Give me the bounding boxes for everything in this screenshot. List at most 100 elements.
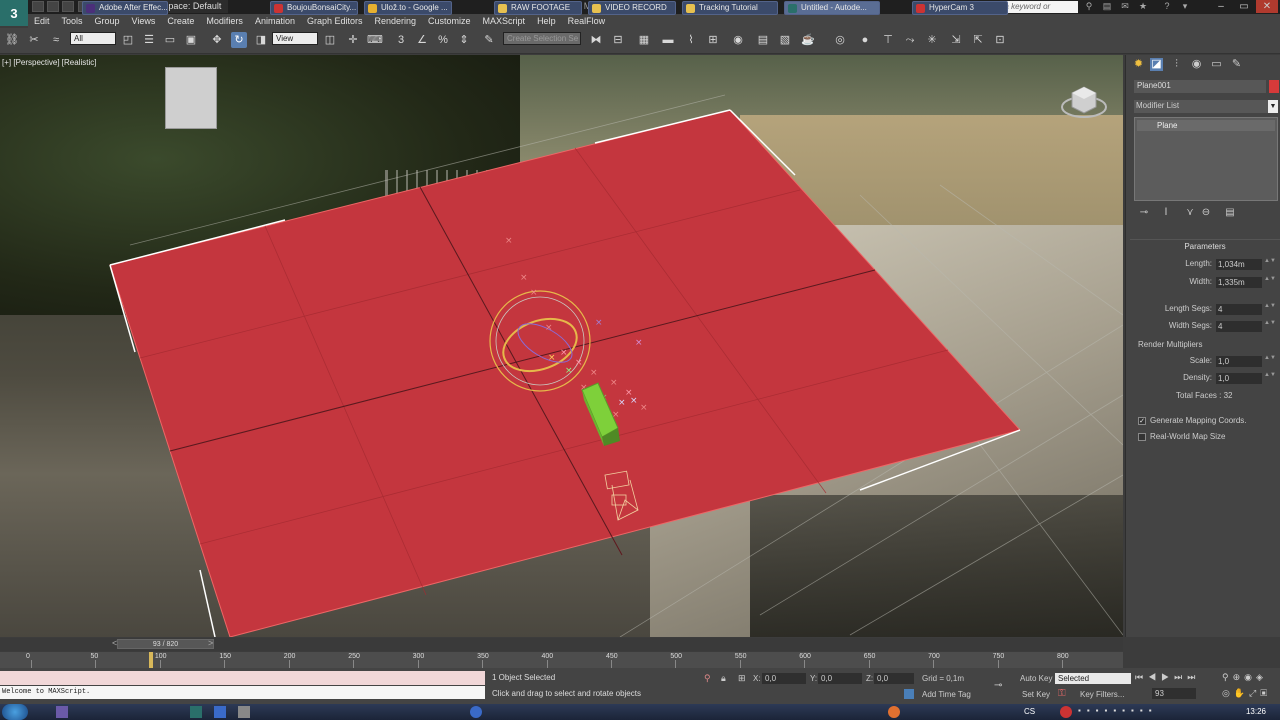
- menu-rendering[interactable]: Rendering: [369, 14, 423, 28]
- scale-icon[interactable]: ◨: [253, 32, 269, 48]
- language-indicator[interactable]: CS: [1024, 707, 1035, 716]
- menu-help[interactable]: Help: [531, 14, 562, 28]
- menu-animation[interactable]: Animation: [249, 14, 301, 28]
- perspective-viewport[interactable]: ×× ×× ×× ×× ×× ×× ×× ×× ×× × [+] [Perspe…: [0, 55, 1123, 637]
- menu-create[interactable]: Create: [161, 14, 200, 28]
- menu-customize[interactable]: Customize: [422, 14, 477, 28]
- maxscript-listener[interactable]: Welcome to MAXScript.: [0, 686, 485, 699]
- select-link-icon[interactable]: ⛓: [4, 32, 20, 48]
- menu-maxscript[interactable]: MAXScript: [477, 14, 532, 28]
- export-icon[interactable]: ⇱: [970, 32, 986, 48]
- object-color-swatch[interactable]: [1269, 80, 1279, 93]
- menu-views[interactable]: Views: [126, 14, 162, 28]
- render-production-icon[interactable]: ☕: [800, 32, 816, 48]
- curve-editor-icon[interactable]: ⌇: [683, 32, 699, 48]
- move-icon[interactable]: ✥: [209, 32, 225, 48]
- z-coord-field[interactable]: 0,0: [874, 673, 914, 684]
- align-icon[interactable]: ⊟: [610, 32, 626, 48]
- percent-snap-icon[interactable]: %: [435, 32, 451, 48]
- communication-icon[interactable]: ✉: [1118, 0, 1132, 12]
- viewport-label[interactable]: [+] [Perspective] [Realistic]: [2, 58, 96, 67]
- motion-tab-icon[interactable]: ◉: [1190, 58, 1203, 71]
- open-icon[interactable]: [47, 1, 59, 12]
- current-frame-field[interactable]: 93: [1152, 688, 1196, 699]
- viewport-nav-controls-2[interactable]: ◎✋⤢▣: [1222, 688, 1271, 699]
- menu-tools[interactable]: Tools: [56, 14, 89, 28]
- set-key-button[interactable]: Set Key: [1022, 690, 1050, 699]
- generate-mapping-checkbox[interactable]: ✓: [1138, 417, 1146, 425]
- scene-canvas[interactable]: ×× ×× ×× ×× ×× ×× ×× ×× ×× ×: [0, 55, 1123, 637]
- taskbar-item-tracking-tutorial[interactable]: Tracking Tutorial: [682, 1, 778, 15]
- hierarchy-tab-icon[interactable]: ⫶: [1170, 58, 1183, 71]
- system-tray-icons[interactable]: ▪▪▪▪▪▪▪▪▪: [1078, 706, 1158, 715]
- playback-controls[interactable]: ⏮◀▶⏭⏭: [1135, 672, 1200, 683]
- reference-coord-dropdown[interactable]: View: [272, 32, 318, 45]
- select-by-name-icon[interactable]: ☰: [141, 32, 157, 48]
- schematic-view-icon[interactable]: ⊞: [705, 32, 721, 48]
- length-segs-field[interactable]: 4: [1216, 304, 1262, 315]
- binoculars-icon[interactable]: ⚲: [1082, 0, 1096, 12]
- width-field[interactable]: 1,335m: [1216, 277, 1262, 288]
- length-segs-spinner[interactable]: ▲▼: [1264, 303, 1276, 315]
- density-field[interactable]: 1,0: [1216, 373, 1262, 384]
- object-name-field[interactable]: Plane001: [1134, 80, 1266, 93]
- key-mode-dropdown[interactable]: Selected: [1055, 673, 1131, 684]
- width-segs-spinner[interactable]: ▲▼: [1264, 320, 1276, 332]
- menu-group[interactable]: Group: [89, 14, 126, 28]
- rect-selection-icon[interactable]: ▭: [162, 32, 178, 48]
- pinned-firefox-icon[interactable]: [888, 706, 900, 718]
- next-frame-icon[interactable]: >: [208, 638, 213, 648]
- current-frame-marker[interactable]: [148, 652, 153, 668]
- window-crossing-icon[interactable]: ▣: [183, 32, 199, 48]
- pinned-app-icon[interactable]: [56, 706, 68, 718]
- utilities-tab-icon[interactable]: ✎: [1230, 58, 1243, 71]
- taskbar-item-hypercam[interactable]: HyperCam 3: [912, 1, 1008, 15]
- select-manipulate-icon[interactable]: ✛: [345, 32, 361, 48]
- angle-snap-icon[interactable]: ∠: [414, 32, 430, 48]
- render-setup-icon[interactable]: ▤: [755, 32, 771, 48]
- modify-tab-icon[interactable]: ◪: [1150, 58, 1163, 71]
- timeline-ruler[interactable]: 0 50 100 150 200 250 300 350 400 450 500 550 600 650 7…: [0, 652, 1123, 668]
- y-coord-field[interactable]: 0,0: [818, 673, 862, 684]
- help-icon[interactable]: ?: [1160, 0, 1174, 12]
- emitter-icon[interactable]: ⊤: [880, 32, 896, 48]
- taskbar-item-3dsmax[interactable]: Untitled - Autode...: [784, 1, 880, 15]
- rendered-frame-icon[interactable]: ▧: [777, 32, 793, 48]
- menu-realflow[interactable]: RealFlow: [562, 14, 612, 28]
- help-dropdown-icon[interactable]: ▾: [1178, 0, 1192, 12]
- auto-key-button[interactable]: Auto Key: [1020, 674, 1052, 683]
- maximize-button[interactable]: ▭: [1233, 0, 1255, 13]
- menu-edit[interactable]: Edit: [28, 14, 56, 28]
- taskbar-item-chrome[interactable]: Ulož.to - Google ...: [364, 1, 452, 15]
- realworld-map-label[interactable]: Real-World Map Size: [1150, 432, 1225, 441]
- generate-mapping-label[interactable]: Generate Mapping Coords.: [1150, 416, 1247, 425]
- isolate-icon[interactable]: ⚲: [704, 673, 711, 684]
- configure-sets-icon[interactable]: ▤: [1224, 207, 1236, 220]
- make-unique-icon[interactable]: ⋎: [1184, 207, 1196, 220]
- modifier-list-dropdown[interactable]: Modifier List ▼: [1134, 100, 1278, 113]
- pivot-center-icon[interactable]: ◫: [322, 32, 338, 48]
- length-spinner[interactable]: ▲▼: [1264, 258, 1276, 270]
- modifier-stack[interactable]: Plane: [1134, 117, 1278, 201]
- width-segs-field[interactable]: 4: [1216, 321, 1262, 332]
- unlink-icon[interactable]: ✂: [26, 32, 42, 48]
- key-filters-button[interactable]: Key Filters...: [1080, 690, 1124, 699]
- graphite-ribbon-icon[interactable]: ▬: [660, 32, 676, 48]
- close-button[interactable]: ✕: [1256, 0, 1278, 13]
- time-tag-icon[interactable]: [904, 689, 914, 699]
- scale-field[interactable]: 1,0: [1216, 356, 1262, 367]
- keyboard-shortcut-icon[interactable]: ⌨: [367, 32, 383, 48]
- selection-filter-dropdown[interactable]: All: [70, 32, 116, 45]
- pinned-3dsmax-icon[interactable]: [190, 706, 202, 718]
- named-selection-dropdown[interactable]: Create Selection Se: [503, 32, 581, 45]
- time-slider-thumb[interactable]: 93 / 820: [117, 639, 214, 649]
- layer-manager-icon[interactable]: ▦: [636, 32, 652, 48]
- save-icon[interactable]: [62, 1, 74, 12]
- taskbar-item-video-record[interactable]: VIDEO RECORD: [588, 1, 676, 15]
- taskbar-item-boujou[interactable]: BoujouBonsaiCity...: [270, 1, 358, 15]
- maxscript-output[interactable]: [0, 671, 485, 685]
- menu-modifiers[interactable]: Modifiers: [200, 14, 249, 28]
- key-mode-icon[interactable]: ⊸: [994, 680, 1002, 691]
- pinned-browser-icon[interactable]: [470, 706, 482, 718]
- density-spinner[interactable]: ▲▼: [1264, 372, 1276, 384]
